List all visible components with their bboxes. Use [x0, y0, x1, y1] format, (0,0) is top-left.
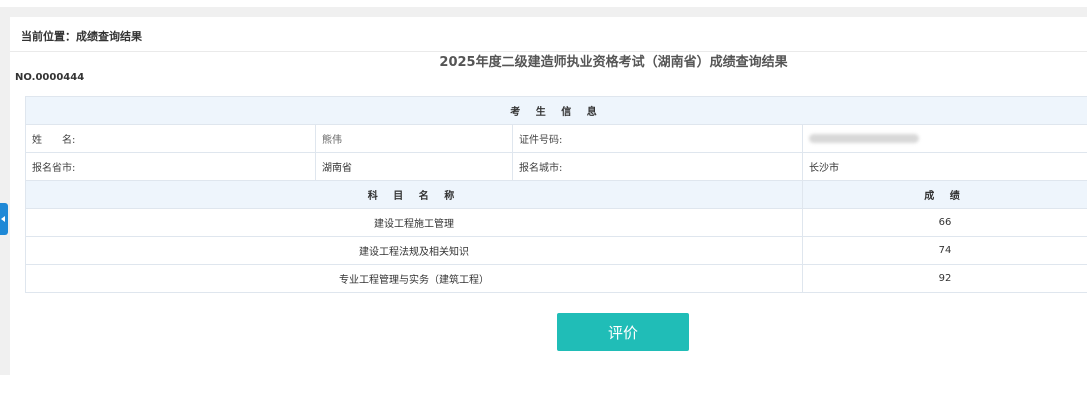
subject-score: 92: [801, 264, 1087, 293]
name-value: 熊伟: [315, 124, 513, 153]
candidate-info-header: 考 生 信 息: [24, 96, 1087, 125]
scores-header: 科 目 名 称 成 绩: [25, 180, 1087, 209]
id-value: [801, 124, 1087, 153]
subject-name: 建设工程施工管理: [25, 208, 803, 237]
side-collapse-tab[interactable]: [0, 203, 8, 235]
city-value: 长沙市: [801, 152, 1087, 181]
province-label: 报名省市:: [25, 152, 316, 181]
id-value-blurred: [809, 133, 919, 143]
table-row: 专业工程管理与实务（建筑工程） 92: [25, 264, 1087, 293]
city-label: 报名城市:: [512, 152, 803, 181]
id-label: 证件号码:: [512, 124, 803, 153]
candidate-row-name: 姓 名: 熊伟 证件号码:: [25, 124, 1087, 153]
name-label: 姓 名:: [25, 124, 316, 153]
subject-name: 专业工程管理与实务（建筑工程）: [25, 264, 803, 293]
result-table: 考 生 信 息 姓 名: 熊伟 证件号码: 报名省市: 湖南省 报名城市: 长沙…: [24, 96, 1087, 293]
subject-column-header: 科 目 名 称: [25, 180, 803, 209]
subject-score: 74: [801, 236, 1087, 265]
province-value: 湖南省: [315, 152, 513, 181]
subject-score: 66: [801, 208, 1087, 237]
page-title: 2025年度二级建造师执业资格考试（湖南省）成绩查询结果: [439, 55, 788, 70]
breadcrumb: 当前位置：成绩查询结果: [21, 30, 142, 43]
candidate-info-title: 考 生 信 息: [24, 96, 1087, 125]
subject-name: 建设工程法规及相关知识: [25, 236, 803, 265]
candidate-row-location: 报名省市: 湖南省 报名城市: 长沙市: [25, 152, 1087, 181]
evaluate-button[interactable]: 评价: [557, 313, 689, 351]
document-number: NO.0000444: [15, 72, 85, 83]
table-row: 建设工程法规及相关知识 74: [25, 236, 1087, 265]
score-column-header: 成 绩: [801, 180, 1087, 209]
table-row: 建设工程施工管理 66: [25, 208, 1087, 237]
